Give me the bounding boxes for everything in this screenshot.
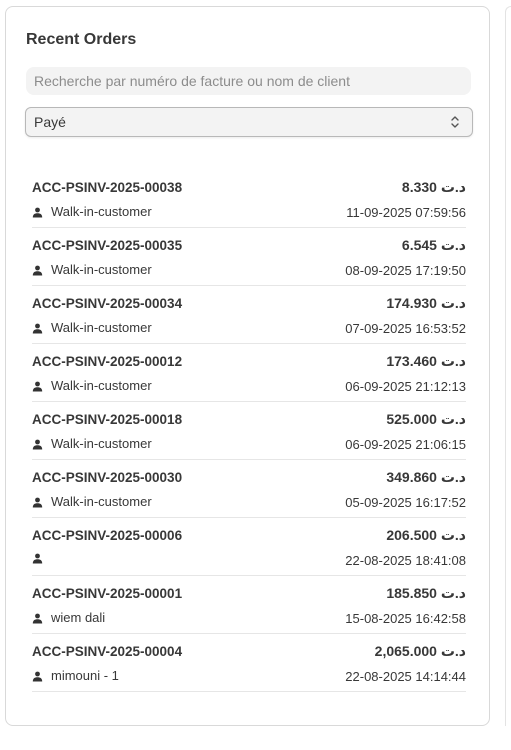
customer: wiem dali <box>32 610 105 625</box>
order-amount: د.ت 2,065.000 <box>374 643 466 659</box>
user-icon <box>32 380 43 392</box>
customer: mimouni - 1 <box>32 668 119 683</box>
order-datetime: 05-09-2025 16:17:52 <box>345 495 466 510</box>
customer-name: Walk-in-customer <box>51 262 152 277</box>
order-row[interactable]: ACC-PSINV-2025-00038 د.ت 8.330 Walk-in-cus… <box>32 170 466 228</box>
order-datetime: 11-09-2025 07:59:56 <box>346 205 466 220</box>
adjacent-panel-edge <box>505 6 511 726</box>
user-icon <box>32 552 43 564</box>
customer: Walk-in-customer <box>32 494 152 509</box>
order-amount: د.ت 349.860 <box>386 469 466 485</box>
order-row[interactable]: ACC-PSINV-2025-00035 د.ت 6.545 Walk-in-cus… <box>32 228 466 286</box>
customer: Walk-in-customer <box>32 436 152 451</box>
invoice-number: ACC-PSINV-2025-00004 <box>32 644 183 659</box>
order-datetime: 15-08-2025 16:42:58 <box>345 611 466 626</box>
chevron-up-down-icon <box>451 116 459 128</box>
status-filter-select[interactable]: Payé <box>25 107 473 137</box>
orders-list: ACC-PSINV-2025-00038 د.ت 8.330 Walk-in-cus… <box>32 170 466 692</box>
order-row[interactable]: ACC-PSINV-2025-00006 د.ت 206.500 22-08-202… <box>32 518 466 576</box>
status-filter-value: Payé <box>34 114 66 130</box>
invoice-number: ACC-PSINV-2025-00038 <box>32 180 183 195</box>
order-row[interactable]: ACC-PSINV-2025-00001 د.ت 185.850 wiem dali… <box>32 576 466 634</box>
order-row[interactable]: ACC-PSINV-2025-00012 د.ت 173.460 Walk-in-c… <box>32 344 466 402</box>
order-amount: د.ت 173.460 <box>386 353 466 369</box>
search-input[interactable] <box>26 67 471 95</box>
user-icon <box>32 206 43 218</box>
order-datetime: 06-09-2025 21:06:15 <box>345 437 466 452</box>
customer-name: wiem dali <box>51 610 106 625</box>
invoice-number: ACC-PSINV-2025-00030 <box>32 470 183 485</box>
customer-name: Walk-in-customer <box>51 436 152 451</box>
order-row[interactable]: ACC-PSINV-2025-00018 د.ت 525.000 Walk-in-c… <box>32 402 466 460</box>
user-icon <box>32 264 43 276</box>
order-amount: د.ت 206.500 <box>386 527 466 543</box>
customer: Walk-in-customer <box>32 204 152 219</box>
invoice-number: ACC-PSINV-2025-00034 <box>32 296 183 311</box>
customer: Walk-in-customer <box>32 262 152 277</box>
invoice-number: ACC-PSINV-2025-00018 <box>32 412 183 427</box>
user-icon <box>32 438 43 450</box>
user-icon <box>32 670 43 682</box>
customer <box>32 552 51 564</box>
order-amount: د.ت 6.545 <box>401 237 466 253</box>
order-row[interactable]: ACC-PSINV-2025-00004 د.ت 2,065.000 mimouni… <box>32 634 466 692</box>
user-icon <box>32 322 43 334</box>
order-datetime: 08-09-2025 17:19:50 <box>345 263 466 278</box>
user-icon <box>32 496 43 508</box>
customer-name: Walk-in-customer <box>51 204 152 219</box>
customer-name: Walk-in-customer <box>51 320 152 335</box>
order-amount: د.ت 8.330 <box>401 179 466 195</box>
customer-name: Walk-in-customer <box>51 378 152 393</box>
panel-title: Recent Orders <box>26 31 137 48</box>
recent-orders-panel: Recent Orders Payé ACC-PSINV-2025-00038 د… <box>5 6 490 726</box>
order-datetime: 22-08-2025 18:41:08 <box>345 553 466 568</box>
customer-name: mimouni - 1 <box>51 668 119 683</box>
order-row[interactable]: ACC-PSINV-2025-00034 د.ت 174.930 Walk-in-c… <box>32 286 466 344</box>
invoice-number: ACC-PSINV-2025-00012 <box>32 354 183 369</box>
invoice-number: ACC-PSINV-2025-00035 <box>32 238 183 253</box>
order-datetime: 07-09-2025 16:53:52 <box>345 321 466 336</box>
invoice-number: ACC-PSINV-2025-00006 <box>32 528 183 543</box>
user-icon <box>32 612 43 624</box>
customer-name: Walk-in-customer <box>51 494 152 509</box>
order-row[interactable]: ACC-PSINV-2025-00030 د.ت 349.860 Walk-in-c… <box>32 460 466 518</box>
invoice-number: ACC-PSINV-2025-00001 <box>32 586 183 601</box>
order-amount: د.ت 525.000 <box>386 411 466 427</box>
order-amount: د.ت 174.930 <box>386 295 466 311</box>
customer: Walk-in-customer <box>32 378 152 393</box>
order-datetime: 06-09-2025 21:12:13 <box>345 379 466 394</box>
order-amount: د.ت 185.850 <box>386 585 466 601</box>
order-datetime: 22-08-2025 14:14:44 <box>345 669 466 684</box>
customer: Walk-in-customer <box>32 320 152 335</box>
